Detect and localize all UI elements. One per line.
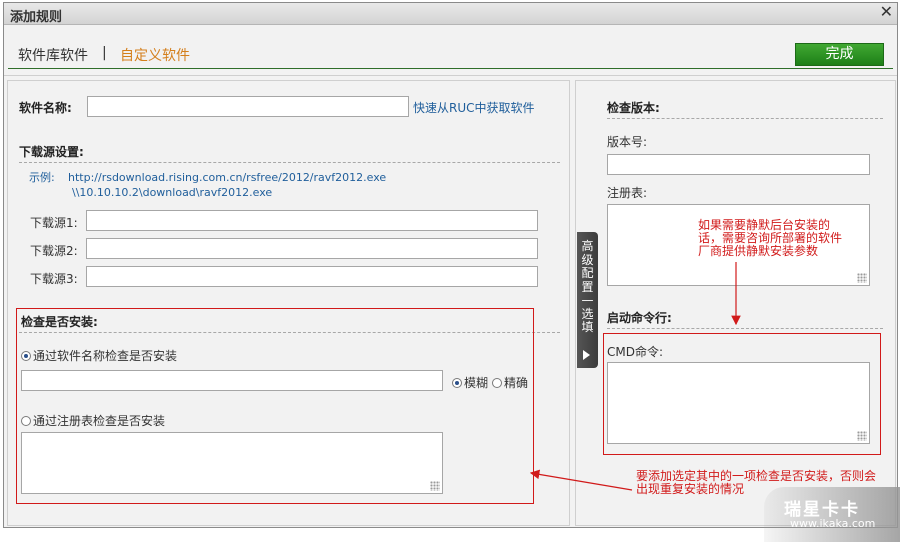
title-bar: 添加规则 ✕	[4, 2, 897, 25]
left-panel: 软件名称: 快速从RUC中获取软件 下载源设置: 示例: http://rsdo…	[7, 80, 570, 526]
software-name-input[interactable]	[87, 96, 409, 117]
dialog-title: 添加规则	[10, 10, 63, 25]
resize-grip-icon[interactable]	[857, 431, 867, 441]
watermark-logo: 瑞星卡卡 www.ikaka.com	[764, 487, 900, 542]
version-number-label: 版本号:	[607, 135, 648, 149]
done-button[interactable]: 完成	[795, 43, 884, 66]
cmd-label: CMD命令:	[607, 345, 664, 359]
startup-divider	[607, 328, 883, 329]
download-source-2-label: 下载源2:	[30, 244, 78, 258]
example-label: 示例:	[29, 171, 55, 184]
startup-cmd-heading: 启动命令行:	[607, 311, 672, 325]
software-name-label: 软件名称:	[19, 101, 72, 115]
registry-label: 注册表:	[607, 186, 648, 200]
download-source-1-input[interactable]	[86, 210, 538, 231]
check-version-heading: 检查版本:	[607, 101, 660, 115]
download-source-3-label: 下载源3:	[30, 272, 78, 286]
download-divider	[19, 162, 560, 163]
example-url-http: http://rsdownload.rising.com.cn/rsfree/2…	[68, 171, 387, 184]
download-source-1-label: 下载源1:	[30, 216, 78, 230]
download-source-3-input[interactable]	[86, 266, 538, 287]
tab-custom-software[interactable]: 自定义软件	[120, 45, 190, 65]
install-check-highlight	[16, 308, 534, 504]
advanced-config-label: 高级配置—选填	[581, 239, 594, 334]
header-divider	[8, 68, 893, 69]
download-source-2-input[interactable]	[86, 238, 538, 259]
resize-grip-icon[interactable]	[857, 273, 867, 283]
watermark-url: www.ikaka.com	[790, 517, 876, 530]
advanced-config-tab[interactable]: 高级配置—选填	[577, 232, 598, 368]
close-icon[interactable]: ✕	[880, 2, 893, 21]
download-heading: 下载源设置:	[19, 145, 84, 159]
add-rule-dialog: 添加规则 ✕ 软件库软件 | 自定义软件 完成 软件名称: 快速从RUC中获取软…	[3, 2, 898, 528]
quick-fetch-link[interactable]: 快速从RUC中获取软件	[413, 99, 535, 116]
tab-separator: |	[102, 45, 107, 61]
example-url-unc: \\10.10.10.2\download\ravf2012.exe	[72, 186, 273, 199]
silent-install-note: 如果需要静默后台安装的话，需要咨询所部署的软件厂商提供静默安装参数	[698, 218, 843, 258]
version-number-input[interactable]	[607, 154, 870, 175]
version-divider	[607, 118, 883, 119]
play-arrow-icon	[583, 350, 590, 360]
tab-software-library[interactable]: 软件库软件	[18, 45, 88, 65]
cmd-textarea[interactable]	[607, 362, 870, 444]
right-panel: 检查版本: 版本号: 注册表: 启动命令行: CMD命令:	[575, 80, 896, 526]
